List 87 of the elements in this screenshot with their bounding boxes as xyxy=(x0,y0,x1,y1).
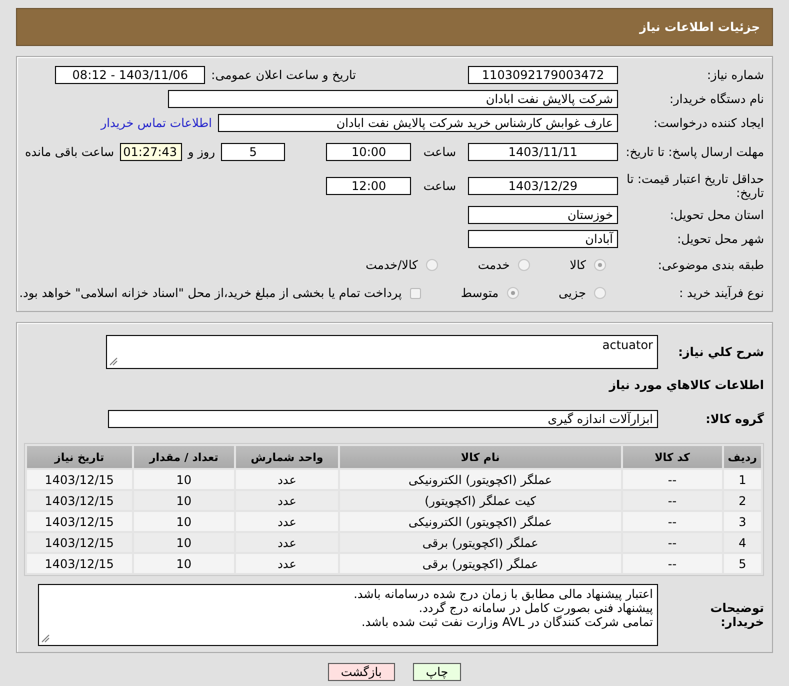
table-cell: 10 xyxy=(134,491,234,510)
need-number-field: 1103092179003472 xyxy=(468,66,618,84)
field-label: ساعت xyxy=(423,179,456,193)
table-cell: 2 xyxy=(724,491,761,510)
time-field: 10:00 xyxy=(326,143,412,161)
table-cell: 10 xyxy=(134,554,234,573)
table-cell: 1403/12/15 xyxy=(27,470,132,489)
resize-grip-icon[interactable] xyxy=(41,634,50,643)
goods-group-field: ابزارآلات اندازه گیری xyxy=(108,410,658,428)
table-cell: 1403/12/15 xyxy=(27,491,132,510)
field-label: نوع فرآیند خرید : xyxy=(678,286,764,300)
table-cell: 5 xyxy=(724,554,761,573)
resize-grip-icon[interactable] xyxy=(109,357,118,366)
table-cell: 1403/12/15 xyxy=(27,554,132,573)
date-field: 1403/12/29 xyxy=(468,177,618,195)
radio-label: جزیی xyxy=(558,286,586,300)
table-cell: -- xyxy=(622,512,722,531)
field-label: مهلت ارسال پاسخ: تا تاریخ: xyxy=(624,145,764,159)
field-label: شرح کلي نياز: xyxy=(677,345,764,359)
table-cell: 10 xyxy=(134,470,234,489)
field-label: نام دستگاه خریدار: xyxy=(668,92,764,106)
radio-button[interactable] xyxy=(594,259,606,271)
page-header: جزئیات اطلاعات نیاز xyxy=(16,8,773,46)
radio-button[interactable] xyxy=(594,287,606,299)
field-label: توضیحات خریدار: xyxy=(709,601,764,629)
province-field: خوزستان xyxy=(468,206,618,224)
field-label: ایجاد کننده درخواست: xyxy=(652,116,764,130)
buyer-notes-textarea[interactable]: اعتبار پیشنهاد مالی مطابق با زمان درج شده درسامانه باشد. پیشنهاد فنی بصورت کامل در سامانه درج گردد. تمامی شرکت کنندگان در AVL وزارت نفت ثبت شده باشد. xyxy=(38,584,658,646)
days-field: 5 xyxy=(221,143,286,161)
checkbox-label: پرداخت تمام یا بخشی از مبلغ خرید،از محل "اسناد خزانه اسلامی" خواهد بود. xyxy=(19,286,402,300)
table-cell: 1403/12/15 xyxy=(27,512,132,531)
field-label: روز و xyxy=(188,145,216,159)
table-cell: عدد xyxy=(236,470,338,489)
back-button[interactable]: بازگشت xyxy=(328,663,395,681)
table-cell: عدد xyxy=(236,491,338,510)
table-cell: 3 xyxy=(724,512,761,531)
table-cell: -- xyxy=(622,533,722,552)
field-label: طبقه بندی موضوعی: xyxy=(656,258,764,272)
radio-label: خدمت xyxy=(478,258,510,272)
field-label: تاریخ و ساعت اعلان عمومی: xyxy=(211,68,356,82)
field-label: حداقل تاریخ اعتبار قیمت: تا تاریخ: xyxy=(626,172,764,200)
radio-button[interactable] xyxy=(506,287,519,299)
radio-label: کالا/خدمت xyxy=(366,258,418,272)
column-header: تعداد / مقدار xyxy=(134,446,234,468)
field-label: شماره نیاز: xyxy=(706,68,764,82)
radio-label: کالا xyxy=(570,258,586,272)
table-cell: -- xyxy=(622,554,722,573)
section-heading: اطلاعات کالاهاي مورد نياز xyxy=(608,378,764,392)
table-cell: 1 xyxy=(724,470,761,489)
field-label: ساعت xyxy=(423,145,456,159)
buyer-contact-link[interactable]: اطلاعات تماس خریدار xyxy=(100,116,212,130)
column-header: واحد شمارش xyxy=(236,446,338,468)
city-field: آبادان xyxy=(468,230,618,248)
table-cell: عدد xyxy=(236,533,338,552)
time-field: 12:00 xyxy=(326,177,412,195)
print-button[interactable]: چاپ xyxy=(412,663,462,681)
column-header: کد کالا xyxy=(622,446,722,468)
checkbox[interactable] xyxy=(410,288,421,298)
field-label: استان محل تحویل: xyxy=(668,208,764,222)
field-label: گروه کالا: xyxy=(704,412,764,426)
summary-textarea[interactable]: actuator xyxy=(106,335,658,369)
date-field: 1403/11/11 xyxy=(468,143,618,161)
table-cell: 10 xyxy=(134,533,234,552)
radio-label: متوسط xyxy=(460,286,499,300)
field-label: ساعت باقی مانده xyxy=(25,145,114,159)
table-cell: عملگر (اکچویتور) الکترونیکی xyxy=(340,512,621,531)
table-cell: 4 xyxy=(724,533,761,552)
table-cell: عدد xyxy=(236,512,338,531)
column-header: نام کالا xyxy=(340,446,621,468)
table-cell: عدد xyxy=(236,554,338,573)
table-cell: -- xyxy=(622,470,722,489)
announce-date-field: 1403/11/06 - 08:12 xyxy=(55,66,206,84)
table-cell: -- xyxy=(622,491,722,510)
table-cell: عملگر (اکچویتور) برقی xyxy=(340,533,621,552)
requester-field: عارف غوابش کارشناس خرید شرکت پالایش نفت ابادان xyxy=(218,114,618,132)
field-label: شهر محل تحویل: xyxy=(676,232,764,246)
radio-button[interactable] xyxy=(426,259,438,271)
table-cell: 10 xyxy=(134,512,234,531)
table-cell: 1403/12/15 xyxy=(27,533,132,552)
table-cell: کیت عملگر (اکچویتور) xyxy=(340,491,621,510)
table-cell: عملگر (اکچویتور) برقی xyxy=(340,554,621,573)
table-cell: عملگر (اکچویتور) الکترونیکی xyxy=(340,470,621,489)
remaining-time-field: 01:27:43 xyxy=(120,143,182,161)
radio-button[interactable] xyxy=(518,259,530,271)
column-header: تاریخ نیاز xyxy=(27,446,132,468)
column-header: ردیف xyxy=(724,446,761,468)
buyer-org-field: شرکت پالایش نفت ابادان xyxy=(168,90,618,108)
